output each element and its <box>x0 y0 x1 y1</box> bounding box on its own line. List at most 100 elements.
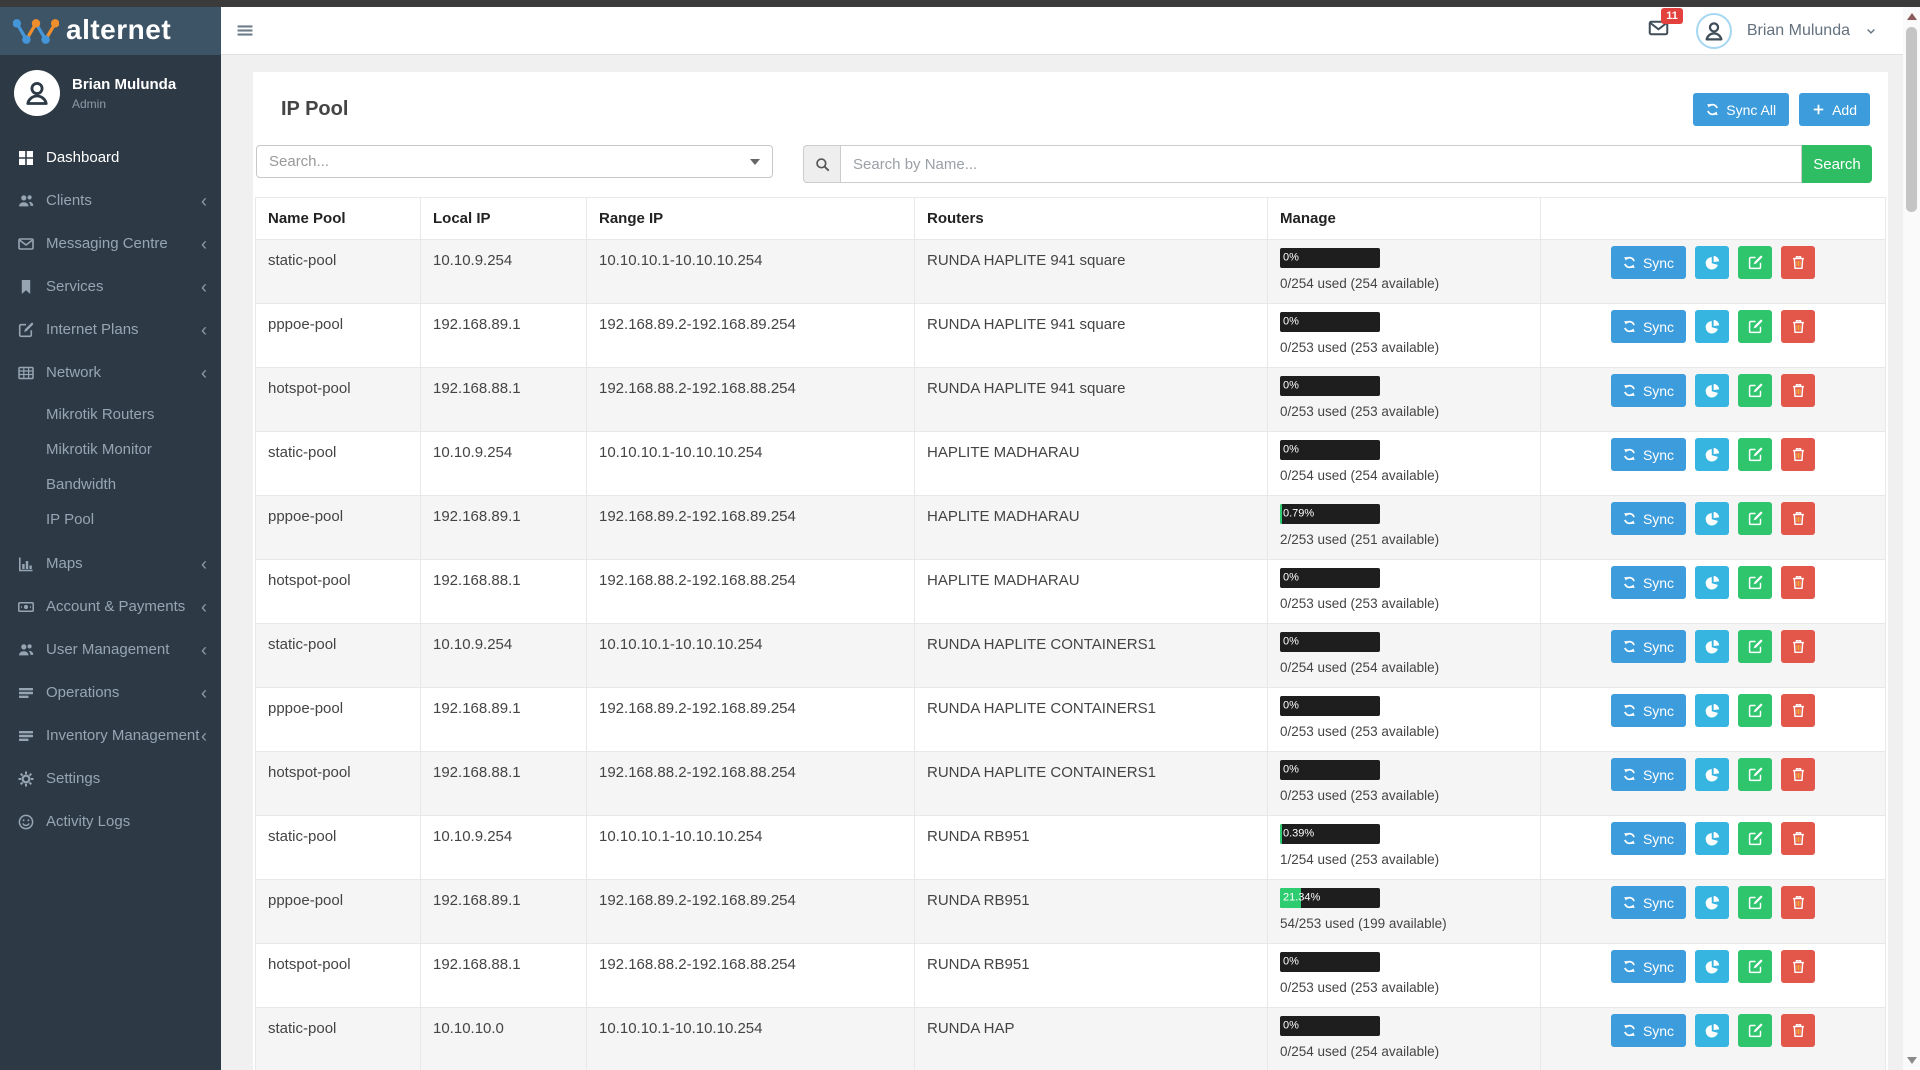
pool-usage-bar: 0% <box>1280 440 1380 460</box>
sidebar-item-clients[interactable]: Clients ‹ <box>0 179 221 222</box>
pie-chart-button[interactable] <box>1695 822 1729 855</box>
edit-button[interactable] <box>1738 566 1772 599</box>
pool-usage-bar: 0% <box>1280 952 1380 972</box>
sync-button[interactable]: Sync <box>1611 822 1686 855</box>
search-input[interactable] <box>840 145 1802 183</box>
cell-router: RUNDA RB951 <box>915 816 1268 880</box>
pie-chart-button[interactable] <box>1695 246 1729 279</box>
brand-molecule-icon <box>13 16 59 46</box>
chevron-left-icon: ‹ <box>201 727 207 745</box>
refresh-icon <box>1623 896 1636 909</box>
scrollbar-thumb[interactable] <box>1906 27 1917 212</box>
sidebar-item-network[interactable]: Network ‹ <box>0 351 221 394</box>
sidebar-item-activity-logs[interactable]: Activity Logs <box>0 800 221 843</box>
pie-chart-button[interactable] <box>1695 566 1729 599</box>
delete-button[interactable] <box>1781 822 1815 855</box>
delete-button[interactable] <box>1781 438 1815 471</box>
refresh-icon <box>1623 384 1636 397</box>
edit-button[interactable] <box>1738 1014 1772 1047</box>
sidebar-item-internet-plans[interactable]: Internet Plans ‹ <box>0 308 221 351</box>
cell-local-ip: 192.168.89.1 <box>421 880 587 944</box>
delete-button[interactable] <box>1781 1014 1815 1047</box>
messages-button[interactable]: 11 <box>1646 18 1671 43</box>
delete-button[interactable] <box>1781 950 1815 983</box>
delete-button[interactable] <box>1781 310 1815 343</box>
edit-button[interactable] <box>1738 950 1772 983</box>
sync-button[interactable]: Sync <box>1611 246 1686 279</box>
delete-button[interactable] <box>1781 886 1815 919</box>
edit-button[interactable] <box>1738 694 1772 727</box>
sync-button[interactable]: Sync <box>1611 758 1686 791</box>
edit-icon <box>1748 575 1763 590</box>
scroll-down-arrow[interactable] <box>1907 1057 1917 1064</box>
pie-chart-button[interactable] <box>1695 694 1729 727</box>
edit-button[interactable] <box>1738 502 1772 535</box>
delete-button[interactable] <box>1781 630 1815 663</box>
sync-button[interactable]: Sync <box>1611 438 1686 471</box>
vertical-scrollbar[interactable] <box>1903 7 1920 1070</box>
pie-chart-button[interactable] <box>1695 310 1729 343</box>
cell-name-pool: hotspot-pool <box>256 944 421 1008</box>
cell-range-ip: 192.168.88.2-192.168.88.254 <box>587 560 915 624</box>
edit-button[interactable] <box>1738 438 1772 471</box>
edit-icon <box>1748 767 1763 782</box>
edit-button[interactable] <box>1738 246 1772 279</box>
chevron-down-icon[interactable] <box>1865 25 1877 37</box>
delete-button[interactable] <box>1781 694 1815 727</box>
router-filter-dropdown[interactable]: Search... <box>256 145 773 178</box>
sync-button[interactable]: Sync <box>1611 1014 1686 1047</box>
sync-button[interactable]: Sync <box>1611 886 1686 919</box>
sidebar-item-user-management[interactable]: User Management ‹ <box>0 628 221 671</box>
sync-button[interactable]: Sync <box>1611 630 1686 663</box>
pie-chart-button[interactable] <box>1695 374 1729 407</box>
money-icon <box>17 599 35 615</box>
edit-button[interactable] <box>1738 374 1772 407</box>
table-row: hotspot-pool 192.168.88.1 192.168.88.2-1… <box>256 560 1886 624</box>
sync-button[interactable]: Sync <box>1611 950 1686 983</box>
sidebar-item-settings[interactable]: Settings <box>0 757 221 800</box>
sidebar-item-inventory-management[interactable]: Inventory Management ‹ <box>0 714 221 757</box>
sidebar-item-account-payments[interactable]: Account & Payments ‹ <box>0 585 221 628</box>
topbar-avatar[interactable] <box>1696 13 1732 49</box>
delete-button[interactable] <box>1781 374 1815 407</box>
add-button[interactable]: Add <box>1799 93 1870 126</box>
sidebar-item-dashboard[interactable]: Dashboard <box>0 136 221 179</box>
delete-button[interactable] <box>1781 502 1815 535</box>
sync-all-button[interactable]: Sync All <box>1693 93 1789 126</box>
sync-button[interactable]: Sync <box>1611 310 1686 343</box>
delete-button[interactable] <box>1781 566 1815 599</box>
sidebar-item-messaging-centre[interactable]: Messaging Centre ‹ <box>0 222 221 265</box>
edit-button[interactable] <box>1738 822 1772 855</box>
pie-chart-button[interactable] <box>1695 438 1729 471</box>
sidebar-subitem-mikrotik-monitor[interactable]: Mikrotik Monitor <box>0 432 221 467</box>
sidebar-item-services[interactable]: Services ‹ <box>0 265 221 308</box>
sync-button[interactable]: Sync <box>1611 374 1686 407</box>
scroll-up-arrow[interactable] <box>1907 13 1917 20</box>
pie-chart-button[interactable] <box>1695 886 1729 919</box>
chevron-left-icon: ‹ <box>201 555 207 573</box>
edit-button[interactable] <box>1738 310 1772 343</box>
cell-name-pool: pppoe-pool <box>256 304 421 368</box>
sidebar-item-maps[interactable]: Maps ‹ <box>0 542 221 585</box>
sync-button[interactable]: Sync <box>1611 502 1686 535</box>
sync-button[interactable]: Sync <box>1611 566 1686 599</box>
topbar-user-menu[interactable]: Brian Mulunda <box>1747 22 1850 40</box>
sidebar-subitem-ip-pool[interactable]: IP Pool <box>0 502 221 537</box>
edit-button[interactable] <box>1738 630 1772 663</box>
sidebar-subitem-bandwidth[interactable]: Bandwidth <box>0 467 221 502</box>
edit-button[interactable] <box>1738 758 1772 791</box>
delete-button[interactable] <box>1781 758 1815 791</box>
pie-chart-button[interactable] <box>1695 502 1729 535</box>
menu-toggle-button[interactable] <box>235 22 255 39</box>
search-button[interactable]: Search <box>1802 145 1872 183</box>
sync-button[interactable]: Sync <box>1611 694 1686 727</box>
sidebar-subitem-mikrotik-routers[interactable]: Mikrotik Routers <box>0 397 221 432</box>
pie-chart-button[interactable] <box>1695 630 1729 663</box>
sidebar-item-operations[interactable]: Operations ‹ <box>0 671 221 714</box>
pie-chart-button[interactable] <box>1695 758 1729 791</box>
brand-logo[interactable]: alternet <box>0 7 221 55</box>
edit-button[interactable] <box>1738 886 1772 919</box>
delete-button[interactable] <box>1781 246 1815 279</box>
pie-chart-button[interactable] <box>1695 950 1729 983</box>
pie-chart-button[interactable] <box>1695 1014 1729 1047</box>
